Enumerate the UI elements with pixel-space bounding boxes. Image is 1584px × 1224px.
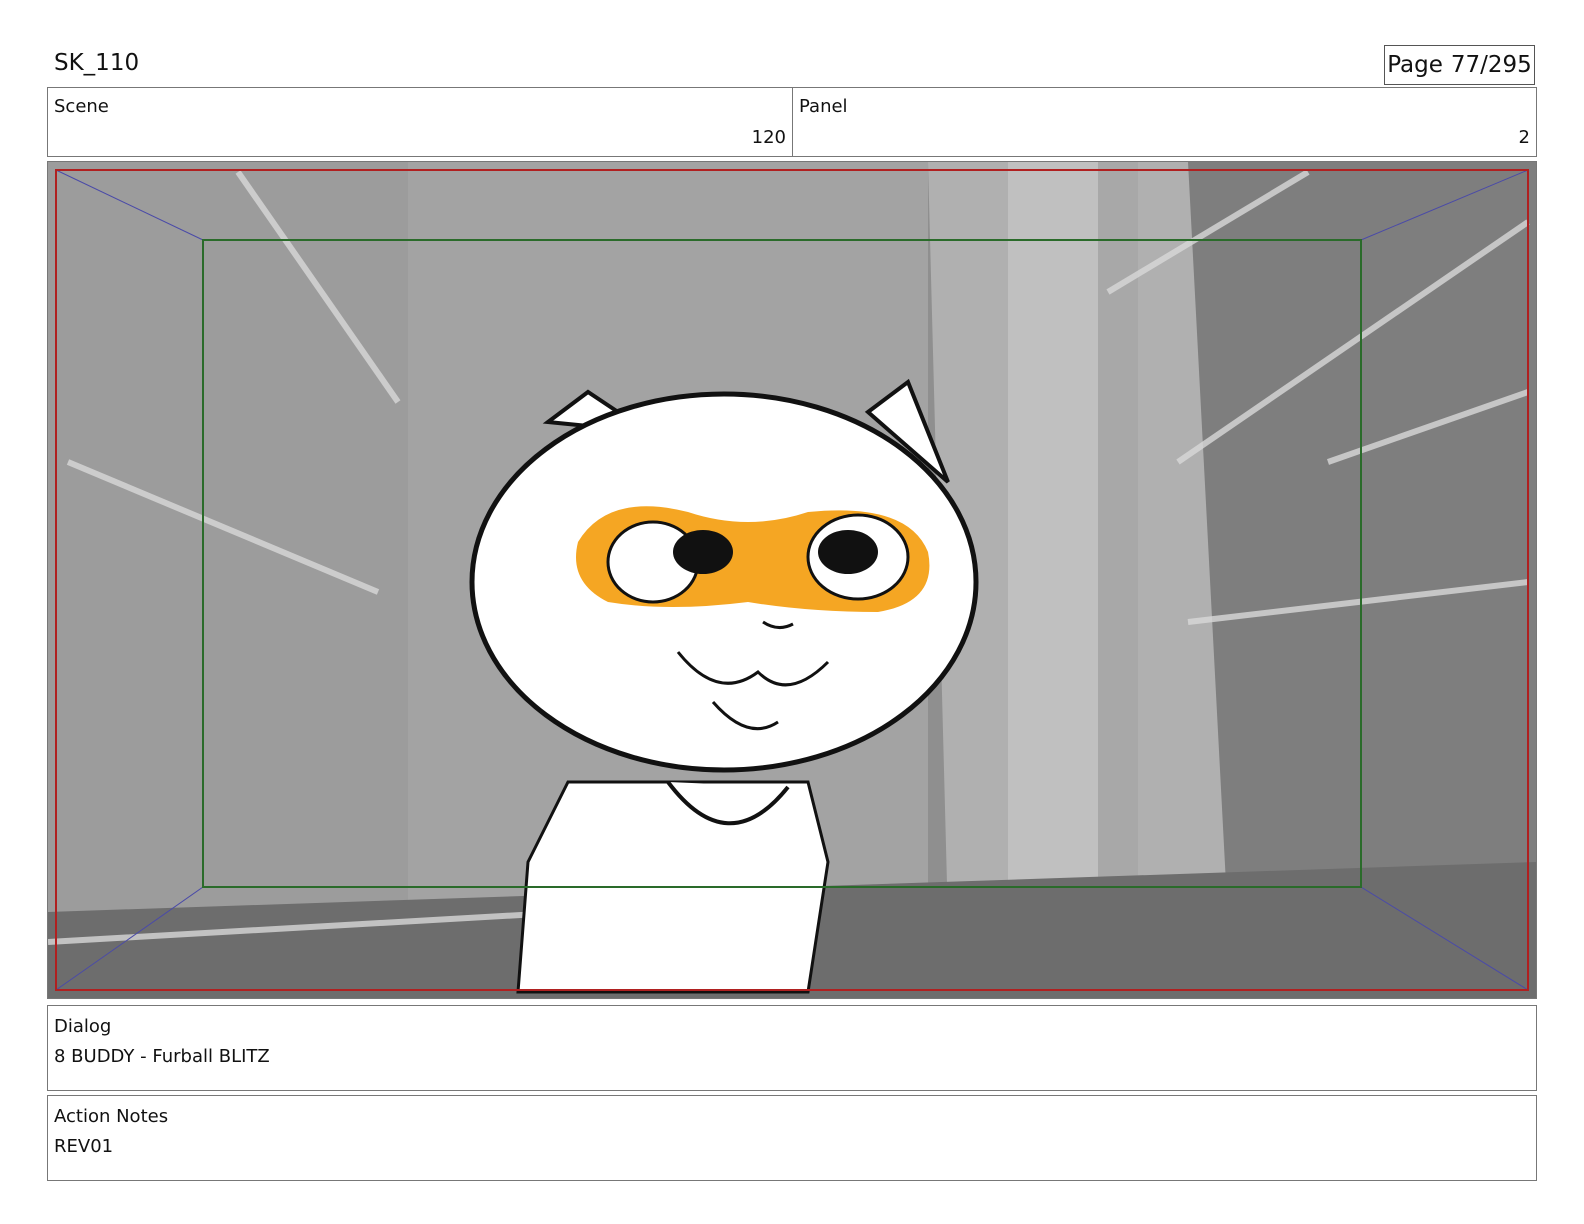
column-shadow — [1098, 162, 1138, 892]
page-indicator: Page 77/295 — [1384, 45, 1535, 85]
panel-cell: Panel 2 — [793, 88, 1536, 156]
action-notes-section: Action Notes REV01 — [47, 1095, 1537, 1181]
scene-number: 120 — [751, 127, 786, 148]
pupil-right — [818, 530, 878, 574]
project-code: SK_110 — [54, 50, 140, 76]
dialog-text: 8 BUDDY - Furball BLITZ — [54, 1046, 270, 1067]
dialog-section: Dialog 8 BUDDY - Furball BLITZ — [47, 1005, 1537, 1091]
panel-number: 2 — [1518, 127, 1530, 148]
page-label: Page — [1387, 52, 1443, 78]
column-pillar — [1008, 162, 1098, 892]
storyboard-drawing — [48, 162, 1536, 998]
page-number: 77/295 — [1450, 52, 1532, 78]
action-notes-text: REV01 — [54, 1136, 114, 1157]
action-notes-label: Action Notes — [54, 1106, 169, 1127]
panel-label: Panel — [799, 96, 848, 117]
scene-panel-header: Scene 120 Panel 2 — [47, 87, 1537, 157]
scene-label: Scene — [54, 96, 109, 117]
storyboard-frame — [47, 161, 1537, 999]
dialog-label: Dialog — [54, 1016, 112, 1037]
pupil-left — [673, 530, 733, 574]
scene-cell: Scene 120 — [48, 88, 793, 156]
